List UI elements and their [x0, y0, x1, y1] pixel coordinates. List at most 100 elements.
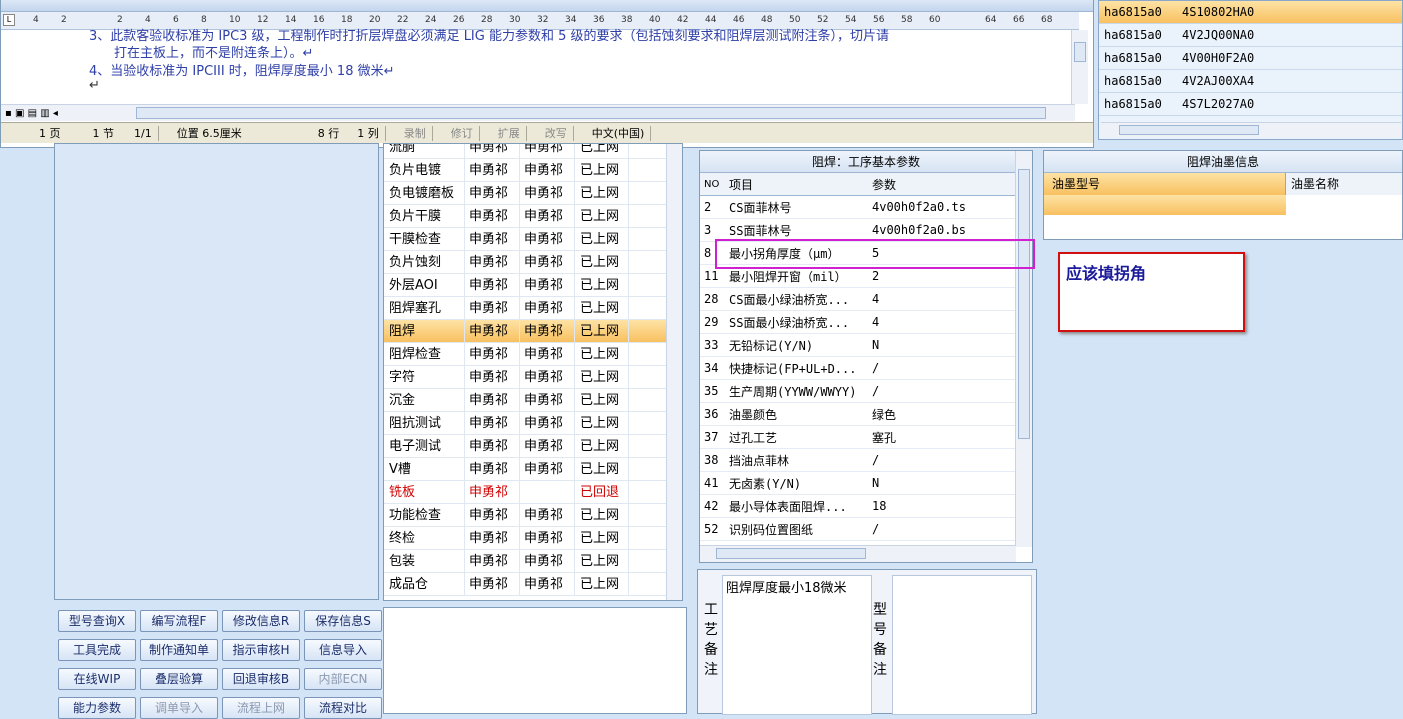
param-item: 无铅标记(Y/N): [729, 338, 814, 353]
process-row[interactable]: 流胴 申勇祁 申勇祁 已上网: [384, 144, 682, 159]
param-panel[interactable]: 阻焊：工序基本参数 NO 项目 参数 2 CS面菲林号 4v00h0f2a0.ts 3…: [699, 150, 1033, 563]
param-row[interactable]: 34 快捷标记(FP+UL+D... /: [700, 357, 1032, 380]
action-button[interactable]: 信息导入: [304, 639, 382, 661]
product-row[interactable]: ha6815a0 4V2AJ00XA4: [1099, 70, 1402, 93]
left-tree-panel[interactable]: [54, 143, 379, 600]
process-operator: 申勇祁: [465, 411, 520, 435]
document-body[interactable]: 3、此款客验收标准为 IPC3 级，工程制作时打折层焊盘必须满足 LIG 能力参…: [19, 29, 1055, 104]
view-buttons[interactable]: ▪ ▣ ▤ ▥ ◂: [5, 108, 58, 119]
param-row[interactable]: 42 最小导体表面阻焊... 18: [700, 495, 1032, 518]
product-row[interactable]: ha6815a0 4S10802HA0: [1099, 1, 1402, 24]
param-row[interactable]: 33 无铅标记(Y/N) N: [700, 334, 1032, 357]
status-ovr[interactable]: 改写: [539, 125, 573, 141]
param-hscroll[interactable]: [700, 545, 1016, 562]
process-row[interactable]: 阻焊 申勇祁 申勇祁 已上网: [384, 319, 682, 343]
process-row[interactable]: 沉金 申勇祁 申勇祁 已上网: [384, 388, 682, 412]
action-button[interactable]: 修改信息R: [222, 610, 300, 632]
product-list-hscroll[interactable]: [1101, 122, 1401, 137]
process-name: 外层AOI: [384, 273, 465, 297]
param-row[interactable]: 35 生产周期(YYWW/WWYY) /: [700, 380, 1032, 403]
ruler-number: 64: [985, 15, 997, 25]
action-button[interactable]: 保存信息S: [304, 610, 382, 632]
process-row[interactable]: 字符 申勇祁 申勇祁 已上网: [384, 365, 682, 389]
process-row[interactable]: 负片电镀 申勇祁 申勇祁 已上网: [384, 158, 682, 182]
action-button[interactable]: 编写流程F: [140, 610, 218, 632]
doc-line-4[interactable]: 4、当验收标准为 IPCIII 时，阻焊厚度最小 18 微米↵: [89, 60, 395, 79]
param-vscroll[interactable]: [1015, 151, 1032, 547]
product-row[interactable]: ha6815a0 4S7L2027A0: [1099, 93, 1402, 116]
process-grid[interactable]: 流胴 申勇祁 申勇祁 已上网 负片电镀 申勇祁 申勇祁 已上网 负电镀磨板 申勇祁 申勇祁 已上网 负片…: [383, 143, 683, 601]
process-reviewer: 申勇祁: [520, 503, 575, 527]
doc-scroll-thumb[interactable]: [1074, 42, 1086, 62]
doc-line-empty[interactable]: ↵: [89, 78, 100, 93]
action-button[interactable]: 回退审核B: [222, 668, 300, 690]
param-row[interactable]: 2 CS面菲林号 4v00h0f2a0.ts: [700, 196, 1032, 219]
process-row[interactable]: 外层AOI 申勇祁 申勇祁 已上网: [384, 273, 682, 297]
process-row[interactable]: 铣板 申勇祁 已回退: [384, 480, 682, 504]
ink-row[interactable]: [1044, 195, 1402, 215]
doc-line-3-cont[interactable]: 打在主板上，而不是附连条上）。↵: [114, 42, 313, 61]
product-model: 4S10802HA0: [1182, 5, 1255, 19]
process-grid-vscroll[interactable]: [666, 144, 682, 600]
process-row[interactable]: 阻抗测试 申勇祁 申勇祁 已上网: [384, 411, 682, 435]
param-row[interactable]: 37 过孔工艺 塞孔: [700, 426, 1032, 449]
status-rec[interactable]: 录制: [398, 125, 432, 141]
doc-hscroll-thumb[interactable]: [136, 107, 1046, 119]
param-row[interactable]: 29 SS面最小绿油桥宽... 4: [700, 311, 1032, 334]
action-button[interactable]: 内部ECN: [304, 668, 382, 690]
param-row[interactable]: 28 CS面最小绿油桥宽... 4: [700, 288, 1032, 311]
process-row[interactable]: 成品仓 申勇祁 申勇祁 已上网: [384, 572, 682, 596]
toolbar-strip: [1, 0, 1093, 12]
action-button[interactable]: 能力参数: [58, 697, 136, 719]
model-note-field[interactable]: [892, 575, 1032, 715]
status-rev[interactable]: 修订: [445, 125, 479, 141]
process-name: 包装: [384, 549, 465, 573]
param-vscroll-thumb[interactable]: [1018, 169, 1030, 439]
process-name: 流胴: [384, 144, 465, 159]
tab-selector-icon[interactable]: L: [3, 14, 15, 26]
action-button[interactable]: 调单导入: [140, 697, 218, 719]
process-row[interactable]: 阻焊检查 申勇祁 申勇祁 已上网: [384, 342, 682, 366]
process-reviewer: 申勇祁: [520, 434, 575, 458]
product-list[interactable]: ha6815a0 4S10802HA0 ha6815a0 4V2JQ00NA0 ha68…: [1098, 0, 1403, 140]
ruler-number: 52: [817, 15, 829, 25]
process-row[interactable]: 负片干膜 申勇祁 申勇祁 已上网: [384, 204, 682, 228]
action-button[interactable]: 型号查询X: [58, 610, 136, 632]
process-name: 阻抗测试: [384, 411, 465, 435]
param-row[interactable]: 41 无卤素(Y/N) N: [700, 472, 1032, 495]
process-row[interactable]: 阻焊塞孔 申勇祁 申勇祁 已上网: [384, 296, 682, 320]
doc-horizontal-scrollbar[interactable]: ▪ ▣ ▤ ▥ ◂: [1, 104, 1075, 121]
process-row[interactable]: 终检 申勇祁 申勇祁 已上网: [384, 526, 682, 550]
param-row[interactable]: 52 识别码位置图纸 /: [700, 518, 1032, 541]
process-operator: 申勇祁: [465, 181, 520, 205]
process-row[interactable]: 功能检查 申勇祁 申勇祁 已上网: [384, 503, 682, 527]
ruler-number: 54: [845, 15, 857, 25]
param-hscroll-thumb[interactable]: [716, 548, 866, 559]
product-row[interactable]: ha6815a0 4V2JQ00NA0: [1099, 24, 1402, 47]
status-ext[interactable]: 扩展: [492, 125, 526, 141]
ruler-number: 46: [733, 15, 745, 25]
param-row[interactable]: 36 油墨颜色 绿色: [700, 403, 1032, 426]
param-item: 过孔工艺: [729, 430, 778, 445]
action-button[interactable]: 流程上网: [222, 697, 300, 719]
action-button[interactable]: 在线WIP: [58, 668, 136, 690]
product-row[interactable]: ha6815a0 4V00H0F2A0: [1099, 47, 1402, 70]
action-button[interactable]: 流程对比: [304, 697, 382, 719]
process-row[interactable]: V槽 申勇祁 申勇祁 已上网: [384, 457, 682, 481]
doc-vertical-scrollbar[interactable]: [1071, 30, 1088, 104]
process-row[interactable]: 负片蚀刻 申勇祁 申勇祁 已上网: [384, 250, 682, 274]
param-row[interactable]: 38 挡油点菲林 /: [700, 449, 1032, 472]
process-reviewer: 申勇祁: [520, 526, 575, 550]
action-button[interactable]: 制作通知单: [140, 639, 218, 661]
action-button[interactable]: 工具完成: [58, 639, 136, 661]
action-button[interactable]: 指示审核H: [222, 639, 300, 661]
action-button[interactable]: 叠层验算: [140, 668, 218, 690]
process-row[interactable]: 干膜检查 申勇祁 申勇祁 已上网: [384, 227, 682, 251]
process-row[interactable]: 负电镀磨板 申勇祁 申勇祁 已上网: [384, 181, 682, 205]
process-note-field[interactable]: 阻焊厚度最小18微米: [722, 575, 872, 715]
param-item: 生产周期(YYWW/WWYY): [729, 384, 857, 399]
process-row[interactable]: 包装 申勇祁 申勇祁 已上网: [384, 549, 682, 573]
process-row[interactable]: 电子测试 申勇祁 申勇祁 已上网: [384, 434, 682, 458]
product-list-scroll-thumb[interactable]: [1119, 125, 1259, 135]
remarks-area[interactable]: [383, 607, 687, 714]
